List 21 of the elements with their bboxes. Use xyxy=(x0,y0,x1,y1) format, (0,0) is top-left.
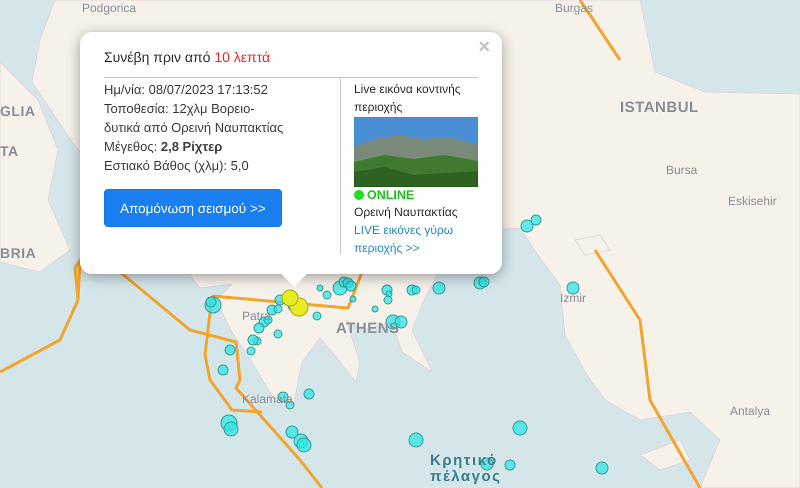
webcam-title: Live εικόνα κοντινής περιοχής xyxy=(354,81,462,116)
map-label: Podgorica xyxy=(82,1,136,15)
map-label: πέλαγος xyxy=(430,470,502,484)
popup-headline: Συνέβη πριν από 10 λεπτά xyxy=(104,49,478,78)
map-label: Eskisehir xyxy=(728,194,777,208)
detail-text: Εστιακό Βάθος (χλμ): 5,0 xyxy=(104,157,250,175)
map-label: BRIA xyxy=(0,246,36,260)
detail-text: Ημ/νία: 08/07/2023 17:13:52 xyxy=(104,81,269,99)
webcam-place: Ορεινή Ναυπακτίας xyxy=(354,204,459,221)
map-label: TA xyxy=(0,144,19,158)
status-text: ONLINE xyxy=(367,188,414,202)
map-label: Antalya xyxy=(730,404,770,418)
map-label: GLIA xyxy=(0,104,36,118)
map-label: Izmir xyxy=(560,291,586,305)
detail-text: Μέγεθος: 2,8 Ρίχτερ xyxy=(104,138,224,156)
map-label: ATHENS xyxy=(336,322,400,336)
live-images-link[interactable]: LIVE εικόνες γύρω περιοχής >> xyxy=(354,221,478,257)
isolate-earthquake-button[interactable]: Απομόνωση σεισμού >> xyxy=(104,189,282,227)
detail-text: Τοποθεσία: 12χλμ Βορειο-δυτικά από Ορεινή Ναυπακτίας xyxy=(104,100,284,137)
map-label: ISTANBUL xyxy=(620,101,699,115)
map-label: Bursa xyxy=(666,163,698,177)
